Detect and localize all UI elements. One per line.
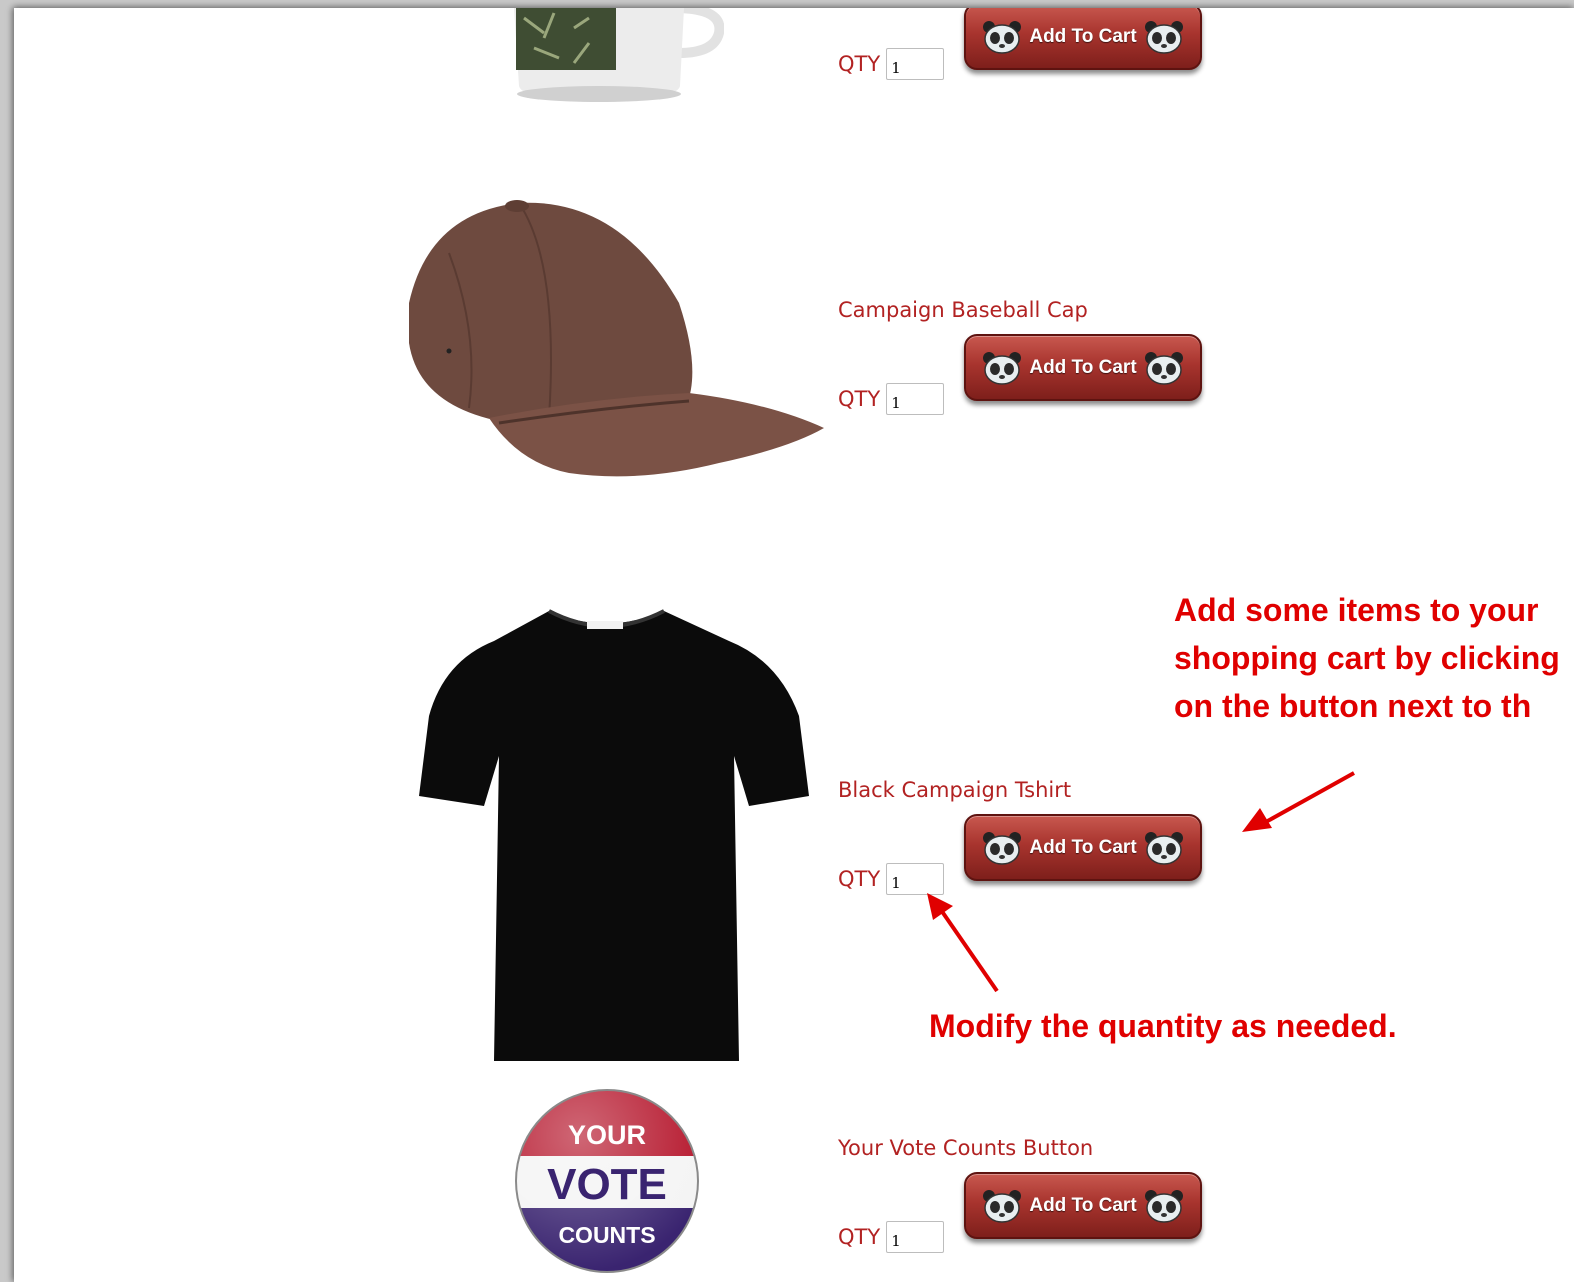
panda-icon [1144,831,1183,865]
product-name: Black Campaign Tshirt [838,778,1072,802]
product-name: Campaign Baseball Cap [838,298,1088,322]
badge-line3: COUNTS [558,1222,655,1248]
product-name: Your Vote Counts Button [838,1136,1094,1160]
qty-label: QTY [838,387,881,411]
panda-icon [983,351,1022,385]
panda-icon [983,831,1022,865]
add-to-cart-label: Add To Cart [1029,1194,1137,1216]
qty-group: QTY [838,1221,945,1253]
qty-label: QTY [838,1225,881,1249]
mug-image [514,8,724,102]
cart-instruction-annotation: Add some items to your shopping cart by … [1174,586,1560,730]
add-to-cart-button[interactable]: Add To Cart [964,8,1202,70]
qty-input[interactable] [886,1221,945,1253]
panda-icon [983,20,1022,54]
arrow-to-qty-input-icon [927,893,999,993]
arrow-to-cart-button-icon [1242,771,1355,832]
add-to-cart-label: Add To Cart [1029,836,1137,858]
badge-line1: YOUR [568,1120,646,1150]
qty-group: QTY [838,48,945,80]
qty-group: QTY [838,383,945,415]
baseball-cap-image [409,200,824,477]
panda-icon [1144,351,1183,385]
annotation-line: on the button next to th [1174,688,1532,724]
panda-icon [1144,20,1183,54]
annotation-line: Add some items to your [1174,592,1539,628]
panda-icon [1144,1189,1183,1223]
qty-input[interactable] [886,383,945,415]
vote-button-image: YOUR VOTE COUNTS [515,1089,699,1273]
add-to-cart-button[interactable]: Add To Cart [964,1172,1202,1239]
panda-icon [983,1189,1022,1223]
add-to-cart-button[interactable]: Add To Cart [964,814,1202,881]
badge-line2: VOTE [547,1160,667,1209]
product-list-page: QTY Add To Cart Campaign Baseball Cap QT… [14,8,1574,1282]
annotation-line: shopping cart by clicking [1174,640,1560,676]
black-tshirt-image [419,609,809,1061]
qty-instruction-annotation: Modify the quantity as needed. [929,1008,1397,1044]
add-to-cart-label: Add To Cart [1029,356,1137,378]
qty-input[interactable] [886,48,945,80]
add-to-cart-button[interactable]: Add To Cart [964,334,1202,401]
add-to-cart-label: Add To Cart [1029,25,1137,47]
qty-label: QTY [838,867,881,891]
qty-label: QTY [838,52,881,76]
